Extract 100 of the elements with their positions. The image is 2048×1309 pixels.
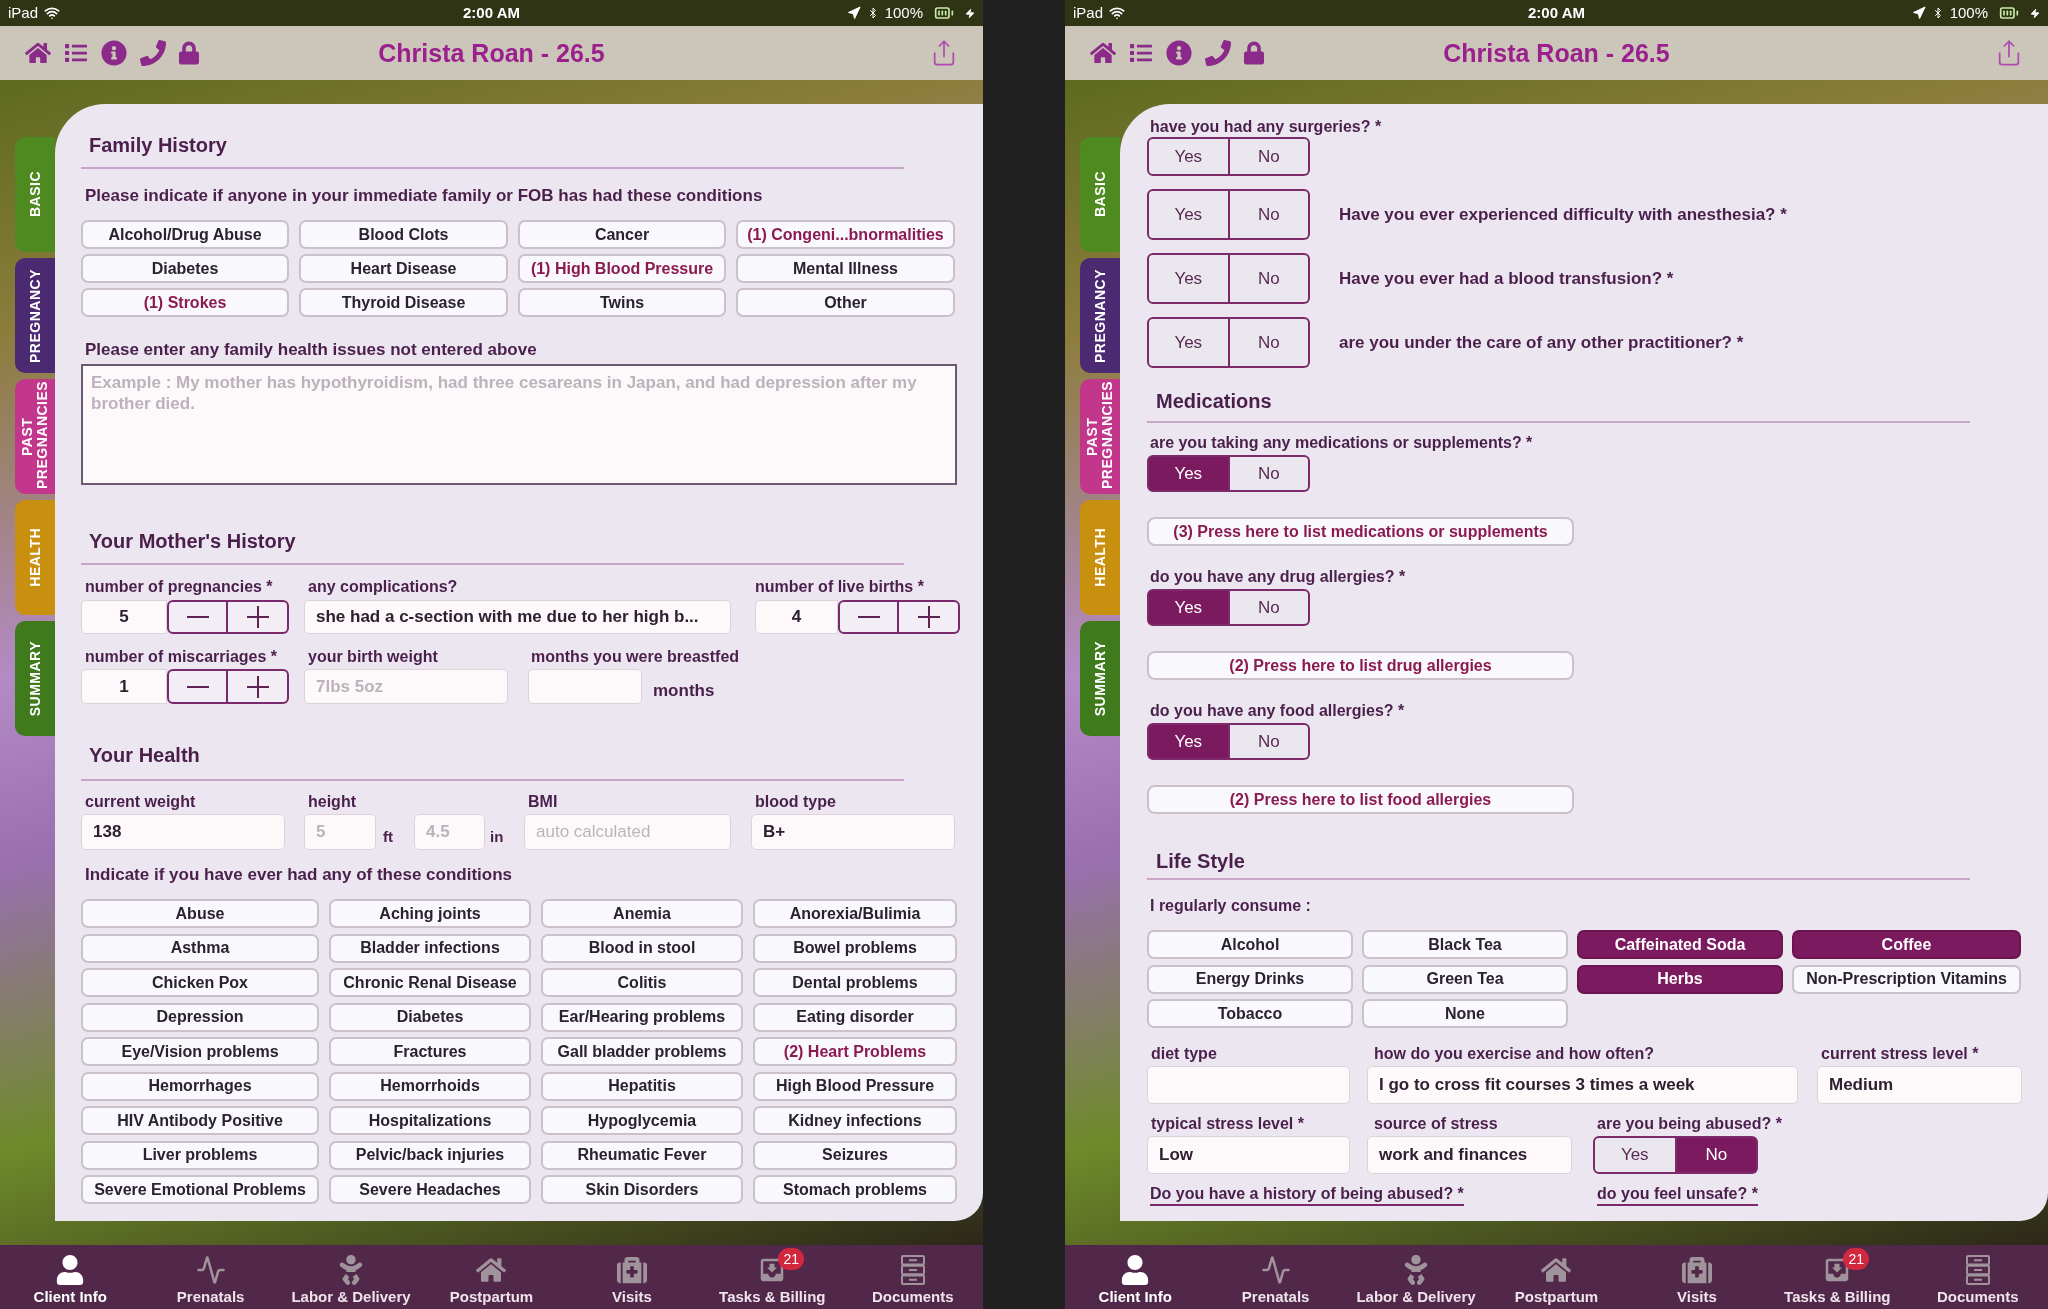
condition-button[interactable]: Twins: [518, 288, 726, 317]
condition-button[interactable]: Hemorrhages: [81, 1071, 319, 1101]
side-tab[interactable]: BASIC: [15, 137, 55, 252]
phone-icon[interactable]: [140, 40, 166, 66]
input-field[interactable]: she had a c-section with me due to her high b...: [304, 600, 731, 634]
condition-button[interactable]: Colitis: [541, 968, 743, 997]
consume-option-button[interactable]: Green Tea: [1362, 964, 1568, 994]
condition-button[interactable]: Chronic Renal Disease: [329, 968, 531, 997]
condition-button[interactable]: Eye/Vision problems: [81, 1037, 319, 1066]
toggle-option[interactable]: Yes: [1147, 189, 1230, 240]
condition-button[interactable]: Bladder infections: [329, 933, 531, 963]
toggle-option[interactable]: No: [1229, 455, 1310, 492]
consume-option-button[interactable]: Herbs: [1577, 964, 1783, 994]
tab-bar-item[interactable]: Documents: [842, 1245, 983, 1309]
condition-button[interactable]: Diabetes: [329, 1002, 531, 1032]
condition-button[interactable]: Ear/Hearing problems: [541, 1002, 743, 1032]
toggle-option[interactable]: Yes: [1147, 317, 1230, 368]
condition-button[interactable]: Seizures: [753, 1140, 957, 1170]
condition-button[interactable]: Blood Clots: [299, 220, 508, 249]
condition-button[interactable]: Liver problems: [81, 1140, 319, 1170]
count-field[interactable]: 4: [755, 600, 838, 634]
condition-button[interactable]: Alcohol/Drug Abuse: [81, 220, 289, 249]
tab-bar-item[interactable]: Visits: [561, 1245, 703, 1309]
tab-bar-item[interactable]: Labor & Delivery: [1345, 1245, 1487, 1309]
input-field[interactable]: [528, 669, 642, 704]
tab-bar-item[interactable]: Postpartum: [421, 1245, 562, 1309]
consume-option-button[interactable]: Alcohol: [1147, 930, 1353, 959]
condition-button[interactable]: Chicken Pox: [81, 968, 319, 997]
condition-button[interactable]: Anemia: [541, 899, 743, 928]
toggle-option[interactable]: No: [1229, 317, 1310, 368]
toggle-option[interactable]: Yes: [1147, 589, 1230, 626]
condition-button[interactable]: Gall bladder problems: [541, 1037, 743, 1066]
consume-option-button[interactable]: None: [1362, 999, 1568, 1028]
consume-option-button[interactable]: Non-Prescription Vitamins: [1792, 964, 2021, 994]
tab-bar-item[interactable]: Prenatals: [140, 1245, 281, 1309]
toggle-option[interactable]: Yes: [1147, 455, 1230, 492]
condition-button[interactable]: Blood in stool: [541, 933, 743, 963]
input-field[interactable]: Low: [1147, 1136, 1350, 1174]
home-icon[interactable]: [1090, 41, 1116, 65]
increment-button[interactable]: [228, 600, 289, 634]
input-field[interactable]: work and finances: [1367, 1136, 1572, 1174]
phone-icon[interactable]: [1205, 40, 1231, 66]
toggle-option[interactable]: No: [1229, 189, 1310, 240]
side-tab[interactable]: BASIC: [1080, 137, 1120, 252]
count-field[interactable]: 5: [81, 600, 167, 634]
tab-bar-item[interactable]: Prenatals: [1205, 1245, 1346, 1309]
input-field[interactable]: Medium: [1817, 1066, 2022, 1104]
toggle-option[interactable]: No: [1229, 137, 1310, 176]
condition-button[interactable]: Mental Illness: [736, 254, 955, 283]
toggle-option[interactable]: No: [1676, 1136, 1758, 1174]
condition-button[interactable]: Depression: [81, 1002, 319, 1032]
decrement-button[interactable]: [167, 669, 228, 704]
condition-button[interactable]: Severe Emotional Problems: [81, 1175, 319, 1204]
consume-option-button[interactable]: Tobacco: [1147, 999, 1353, 1028]
toggle-option[interactable]: Yes: [1593, 1136, 1677, 1174]
tab-bar-item[interactable]: Documents: [1907, 1245, 2048, 1309]
condition-button[interactable]: Skin Disorders: [541, 1175, 743, 1204]
tab-bar-item[interactable]: Client Info: [0, 1245, 141, 1309]
condition-button[interactable]: Anorexia/Bulimia: [753, 899, 957, 928]
input-field[interactable]: 138: [81, 814, 285, 850]
tab-bar-item[interactable]: Tasks & Billing 21: [1767, 1245, 1908, 1309]
condition-button[interactable]: Asthma: [81, 933, 319, 963]
list-entries-button[interactable]: (2) Press here to list drug allergies: [1147, 651, 1574, 680]
lock-icon[interactable]: [179, 41, 199, 65]
tab-bar-item[interactable]: Tasks & Billing 21: [702, 1245, 843, 1309]
list-icon[interactable]: [64, 42, 88, 64]
condition-button[interactable]: Heart Disease: [299, 254, 508, 283]
side-tab[interactable]: SUMMARY: [15, 621, 55, 736]
condition-button[interactable]: HIV Antibody Positive: [81, 1106, 319, 1135]
tab-bar-item[interactable]: Postpartum: [1486, 1245, 1627, 1309]
side-tab[interactable]: SUMMARY: [1080, 621, 1120, 736]
question-link[interactable]: do you feel unsafe? *: [1597, 1184, 1758, 1206]
condition-button[interactable]: Severe Headaches: [329, 1175, 531, 1204]
tab-bar-item[interactable]: Visits: [1626, 1245, 1768, 1309]
condition-button[interactable]: Kidney infections: [753, 1106, 957, 1135]
condition-button[interactable]: Hemorrhoids: [329, 1071, 531, 1101]
toggle-option[interactable]: No: [1229, 723, 1310, 760]
condition-button[interactable]: Rheumatic Fever: [541, 1140, 743, 1170]
toggle-option[interactable]: Yes: [1147, 253, 1230, 304]
condition-button[interactable]: Abuse: [81, 899, 319, 928]
condition-button[interactable]: Hepatitis: [541, 1071, 743, 1101]
decrement-button[interactable]: [838, 600, 899, 634]
condition-button[interactable]: Aching joints: [329, 899, 531, 928]
condition-button[interactable]: Dental problems: [753, 968, 957, 997]
condition-button[interactable]: (1) Congeni...bnormalities: [736, 220, 955, 249]
lock-icon[interactable]: [1244, 41, 1264, 65]
tab-bar-item[interactable]: Client Info: [1065, 1245, 1206, 1309]
consume-option-button[interactable]: Black Tea: [1362, 930, 1568, 959]
condition-button[interactable]: Hospitalizations: [329, 1106, 531, 1135]
list-icon[interactable]: [1129, 42, 1153, 64]
condition-button[interactable]: Thyroid Disease: [299, 288, 508, 317]
consume-option-button[interactable]: Caffeinated Soda: [1577, 930, 1783, 959]
side-tab[interactable]: PREGNANCY: [15, 258, 55, 373]
condition-button[interactable]: (1) High Blood Pressure: [518, 254, 726, 283]
condition-button[interactable]: Bowel problems: [753, 933, 957, 963]
input-field[interactable]: I go to cross fit courses 3 times a week: [1367, 1066, 1798, 1104]
count-field[interactable]: 1: [81, 669, 167, 704]
increment-button[interactable]: [899, 600, 960, 634]
list-entries-button[interactable]: (2) Press here to list food allergies: [1147, 785, 1574, 814]
side-tab[interactable]: PAST PREGNANCIES: [15, 379, 55, 494]
